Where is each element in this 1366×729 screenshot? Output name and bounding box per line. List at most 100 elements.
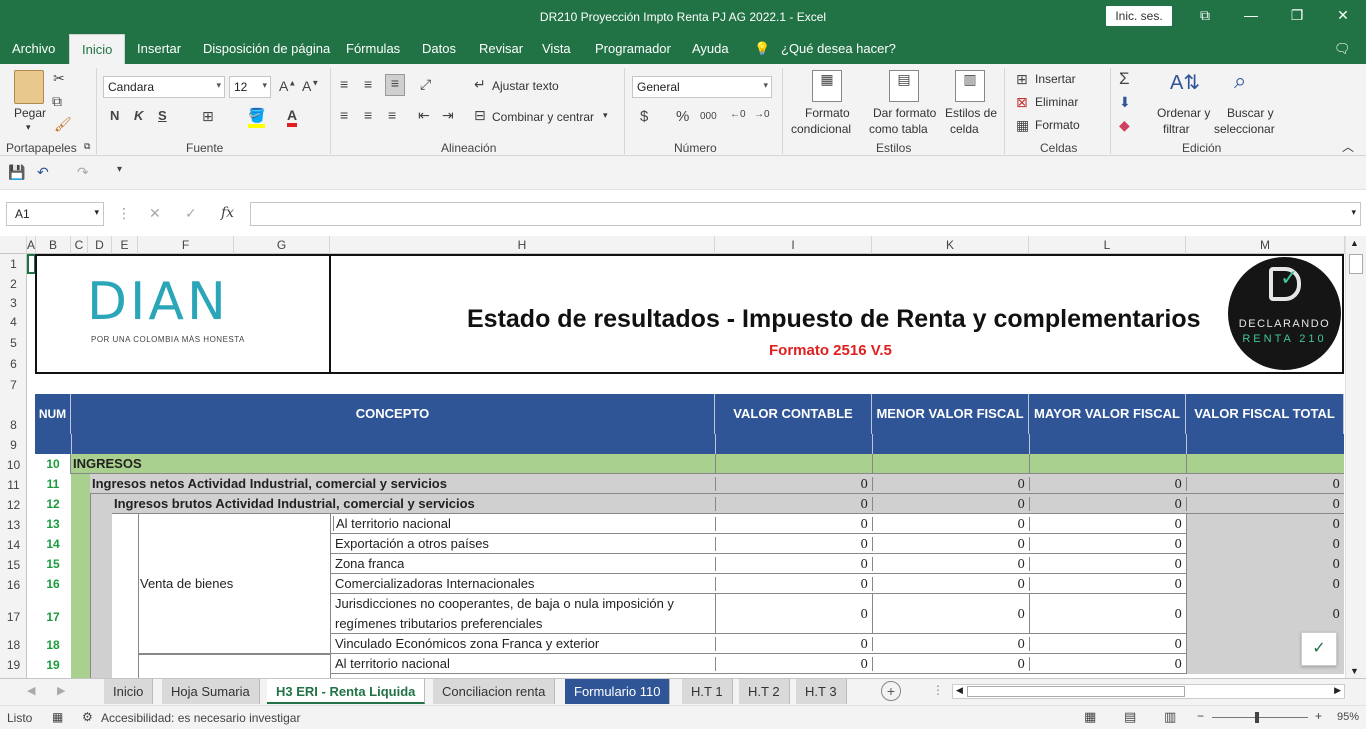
thousands-button[interactable]: 000 [700,111,717,122]
merge-center-button[interactable]: Combinar y centrar [492,110,594,124]
tab-archivo[interactable]: Archivo [12,41,55,56]
tab-inicio[interactable]: Inicio [69,34,126,64]
decrease-indent-icon[interactable]: ⇤ [418,107,430,124]
sheet-tab[interactable]: Formulario 110 [565,679,671,704]
clear-icon[interactable]: ◆ [1119,117,1130,134]
increase-indent-icon[interactable]: ⇥ [442,107,454,124]
decrease-decimal-icon[interactable]: →0 [754,109,770,120]
column-header[interactable]: A [27,236,36,254]
row-header[interactable]: 9 [0,438,27,452]
column-header[interactable]: I [715,236,872,254]
insert-cells-button[interactable]: Insertar [1035,72,1076,86]
tab-vista[interactable]: Vista [542,41,571,56]
underline-button[interactable]: S [158,108,167,123]
percent-button[interactable]: % [676,108,689,125]
format-table-label-2[interactable]: como tabla [869,122,928,136]
worksheet-grid[interactable]: DIAN POR UNA COLOMBIA MÁS HONESTA Estado… [27,254,1345,678]
ribbon-display-icon[interactable]: ⧉ [1182,0,1228,32]
accessibility-status[interactable]: Accesibilidad: es necesario investigar [101,711,300,725]
row-header[interactable]: 5 [0,336,27,350]
tab-insertar[interactable]: Insertar [137,41,181,56]
sheet-tab[interactable]: H.T 3 [796,679,847,704]
currency-button[interactable]: $ [640,108,648,125]
fill-color-icon[interactable]: 🪣 [248,107,266,128]
borders-icon[interactable]: ⊞ [202,108,214,125]
increase-decimal-icon[interactable]: ←0 [730,109,746,120]
fill-icon[interactable]: ⬇ [1119,94,1131,111]
column-header[interactable]: M [1186,236,1345,254]
row-header[interactable]: 12 [0,498,27,512]
align-center-icon[interactable]: ≡ [364,107,372,123]
row-header[interactable]: 13 [0,518,27,532]
collapse-ribbon-icon[interactable]: ︿ [1342,138,1354,155]
align-middle-icon[interactable]: ≡ [364,76,372,92]
close-icon[interactable]: ✕ [1320,0,1366,32]
cell-styles-label-1[interactable]: Estilos de [945,106,997,120]
format-cells-button[interactable]: Formato [1035,118,1080,132]
tab-ayuda[interactable]: Ayuda [692,41,729,56]
tab-disposicion[interactable]: Disposición de página [203,41,330,56]
autosum-icon[interactable]: Σ [1119,69,1130,89]
sheet-tab[interactable]: Conciliacion renta [433,679,556,704]
select-all-corner[interactable] [0,236,27,254]
format-as-table-icon[interactable]: ▤ [889,70,919,102]
sheet-tab[interactable]: Hoja Sumaria [162,679,260,704]
next-sheet-icon[interactable]: ▶ [57,684,65,697]
scroll-up-icon[interactable]: ▲ [1350,238,1359,248]
sign-in-button[interactable]: Inic. ses. [1106,6,1172,26]
merge-icon[interactable]: ⊟ [474,107,486,124]
undo-icon[interactable]: ↶ [37,164,49,181]
tab-programador[interactable]: Programador [595,41,671,56]
tab-formulas[interactable]: Fórmulas [346,41,400,56]
font-size-combo[interactable]: 12 ▾ [229,76,271,98]
dialog-launcher-icon[interactable]: ⧉ [84,141,90,152]
copy-icon[interactable]: ⧉ [52,93,62,110]
enter-icon[interactable]: ✓ [185,205,197,222]
column-header[interactable]: D [88,236,112,254]
paste-icon[interactable] [14,70,44,104]
save-icon[interactable]: 💾 [8,164,25,181]
page-layout-icon[interactable]: ▤ [1124,709,1136,725]
align-right-icon[interactable]: ≡ [388,107,396,123]
cell-styles-label-2[interactable]: celda [950,122,979,136]
splitter-icon[interactable]: ⋮ [932,683,944,697]
prev-sheet-icon[interactable]: ◀ [27,684,35,697]
row-header[interactable]: 19 [0,658,27,672]
redo-icon[interactable]: ↷ [77,164,89,181]
paste-button[interactable]: Pegar [14,106,46,120]
column-header[interactable]: H [330,236,715,254]
row-header[interactable]: 1 [0,257,27,271]
bold-button[interactable]: N [110,108,119,123]
row-header[interactable]: 4 [0,315,27,329]
row-header[interactable]: 8 [0,418,27,432]
minimize-icon[interactable]: — [1228,0,1274,32]
column-header[interactable]: B [36,236,71,254]
confirm-check-button[interactable]: ✓ [1301,632,1337,666]
horizontal-scrollbar[interactable]: ◀ ▶ [952,684,1345,699]
zoom-slider[interactable] [1212,717,1308,718]
row-header[interactable]: 16 [0,578,27,592]
tell-me-input[interactable]: ¿Qué desea hacer? [781,41,896,56]
vertical-scrollbar[interactable]: ▲ ▼ [1345,236,1366,678]
delete-cells-icon[interactable]: ⊠ [1016,94,1028,111]
zoom-out-icon[interactable]: − [1197,709,1204,723]
comments-icon[interactable]: 🗨 [1334,41,1351,57]
row-header[interactable]: 2 [0,277,27,291]
cell-styles-icon[interactable]: ▥ [955,70,985,102]
zoom-slider-thumb[interactable] [1255,712,1259,723]
decrease-font-icon[interactable]: A▼ [302,78,319,94]
sheet-tab[interactable]: H.T 1 [682,679,733,704]
zoom-in-icon[interactable]: + [1315,709,1322,723]
cancel-icon[interactable]: ✕ [149,205,161,222]
row-header[interactable]: 11 [0,478,27,492]
row-header[interactable]: 6 [0,357,27,371]
cut-icon[interactable]: ✂ [53,70,65,87]
orientation-icon[interactable]: ⤢ [420,76,431,93]
insert-function-button[interactable]: fx [221,205,234,221]
row-header[interactable]: 3 [0,296,27,310]
maximize-icon[interactable]: ❐ [1274,0,1320,32]
tab-revisar[interactable]: Revisar [479,41,523,56]
find-label-1[interactable]: Buscar y [1227,106,1274,120]
scroll-down-icon[interactable]: ▼ [1350,666,1359,676]
wrap-text-button[interactable]: Ajustar texto [492,79,559,93]
